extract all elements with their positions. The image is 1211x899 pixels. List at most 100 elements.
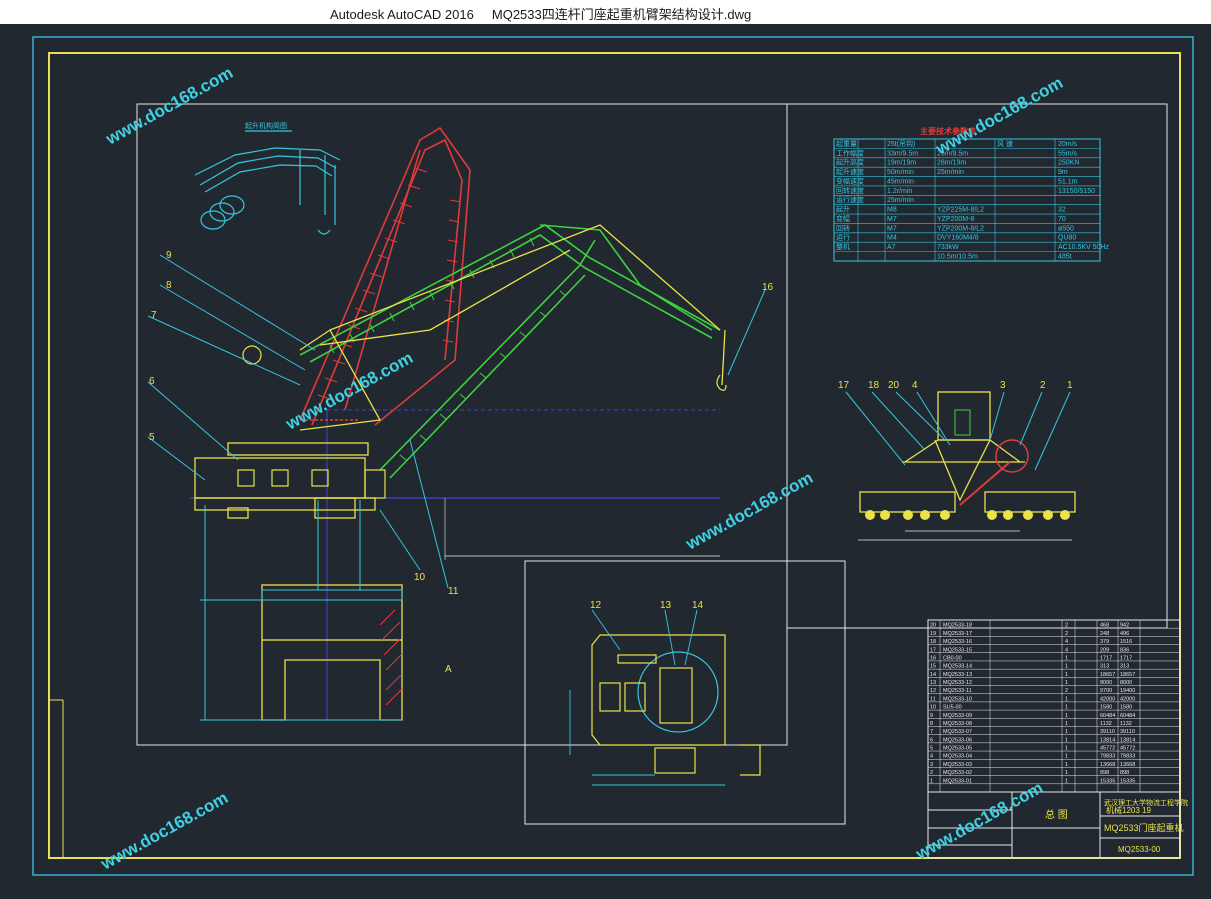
bom-cell: 2 [1065,631,1068,637]
param-cell: ø550 [1058,225,1074,232]
section-label: A [445,664,452,675]
bom-cell: 1 [1065,696,1068,702]
bom-cell: 45772 [1100,746,1115,752]
bom-cell: 13814 [1120,737,1135,743]
param-cell: 33m/9.5m [887,150,918,157]
bom-cell: 4 [930,754,933,760]
file-name: MQ2533四连杆门座起重机臂架结构设计.dwg [491,7,752,22]
param-cell: AC10.5KV 50Hz [1058,244,1109,251]
bom-cell: 19400 [1120,688,1135,694]
param-cell: 25m/min [937,169,964,176]
callout-12: 12 [590,600,602,611]
bom-cell: 39110 [1120,729,1135,735]
param-cell: 20m/s [1058,141,1078,148]
bom-cell: 1 [1065,762,1068,768]
bom-cell: 42000 [1100,696,1115,702]
param-cell: 风 速 [997,140,1013,148]
bom-cell: MQ2533-09 [943,713,972,719]
bom-cell: 14 [930,672,936,678]
bom-cell: 8000 [1100,680,1112,686]
bom-cell: 2 [930,770,933,776]
callout-5: 5 [149,432,155,443]
callout-17: 17 [838,380,850,391]
bom-cell: 1 [1065,680,1068,686]
param-cell: 25m/min [887,197,914,204]
bom-cell: 898 [1100,770,1109,776]
param-cell: 733kW [937,244,959,251]
bom-cell: 20 [930,623,936,629]
param-cell: 运行 [836,233,850,242]
bom-cell: 7 [930,729,933,735]
param-cell: A7 [887,244,896,251]
drawing-canvas[interactable]: 起升机构简图 9 8 7 6 5 10 11 16 A 17 18 20 4 3… [0,24,1211,894]
callout-10: 10 [414,572,426,583]
bom-cell: 496 [1120,631,1129,637]
bom-cell: 5 [930,746,933,752]
cad-drawing[interactable]: 起升机构简图 9 8 7 6 5 10 11 16 A 17 18 20 4 3… [0,24,1211,894]
param-cell: DVY160M4/8 [937,235,979,242]
bom-cell: 13668 [1120,762,1135,768]
bom-cell: 942 [1120,623,1129,629]
bom-cell: 1132 [1120,721,1132,727]
callout-2: 2 [1040,380,1046,391]
bom-cell: 1580 [1120,705,1132,711]
bom-cell: 836 [1120,647,1129,653]
title-bar: Autodesk AutoCAD 2016 MQ2533四连杆门座起重机臂架结构… [0,0,1211,25]
bom-cell: 1 [1065,770,1068,776]
param-cell: 70 [1058,216,1066,223]
bom-cell: 79833 [1100,754,1115,760]
param-cell: 50m/min [887,169,914,176]
param-cell: 9m [1058,169,1068,176]
bom-cell: MQ2533-04 [943,754,972,760]
bom-cell: 898 [1120,770,1129,776]
bom-cell: 19 [930,631,936,637]
callout-1: 1 [1067,380,1073,391]
bom-cell: 15335 [1100,778,1115,784]
param-cell: 19m/19m [887,160,916,167]
bom-cell: 2 [1065,688,1068,694]
bom-cell: 1 [1065,672,1068,678]
bom-cell: 209 [1100,647,1109,653]
bom-cell: MQ2533-06 [943,737,972,743]
bom-cell: 248 [1100,631,1109,637]
bom-cell: MQ2533-07 [943,729,972,735]
bom-cell: 13814 [1100,737,1115,743]
callout-9: 9 [166,250,172,261]
param-cell: 回转速度 [836,186,864,195]
param-cell: M8 [887,207,897,214]
bom-cell: 1132 [1100,721,1112,727]
param-cell: 13150/5150 [1058,188,1095,195]
callout-6: 6 [149,376,155,387]
class-name: 机械1203 19 [1106,805,1151,815]
callout-11: 11 [448,586,459,597]
param-cell: 1.2r/min [887,188,912,195]
bom-cell: MQ2533-12 [943,680,972,686]
bom-cell: MQ2533-14 [943,664,972,670]
bom-cell: 9 [930,713,933,719]
bom-cell: 9700 [1100,688,1112,694]
bom-cell: 16 [930,655,936,661]
param-cell: 起升速度 [836,167,864,176]
bom-cell: 1 [1065,705,1068,711]
bom-cell: 18 [930,639,936,645]
param-cell: 起升 [836,205,850,214]
param-cell: YZP225M-8/L2 [937,207,984,214]
bom-cell: 379 [1100,639,1109,645]
bom-cell: 15335 [1120,778,1135,784]
param-cell: 起升高度 [836,158,864,167]
param-cell: 25t(吊钩) [887,139,915,148]
param-cell: 55m/s [1058,150,1078,157]
product-name: MQ2533门座起重机 [1104,822,1184,833]
bom-cell: SU5-00 [943,705,962,711]
bom-cell: MQ2533-03 [943,762,972,768]
param-cell: 51.1m [1058,178,1078,185]
bom-cell: MQ2533-02 [943,770,972,776]
bom-cell: MQ2533-17 [943,631,972,637]
bom-cell: 313 [1100,664,1109,670]
param-cell: 变幅速度 [836,176,864,185]
bom-cell: 18657 [1120,672,1135,678]
param-cell: 整机 [836,242,850,251]
bom-cell: 1 [1065,721,1068,727]
callout-20: 20 [888,380,900,391]
bom-cell: 3 [930,762,933,768]
